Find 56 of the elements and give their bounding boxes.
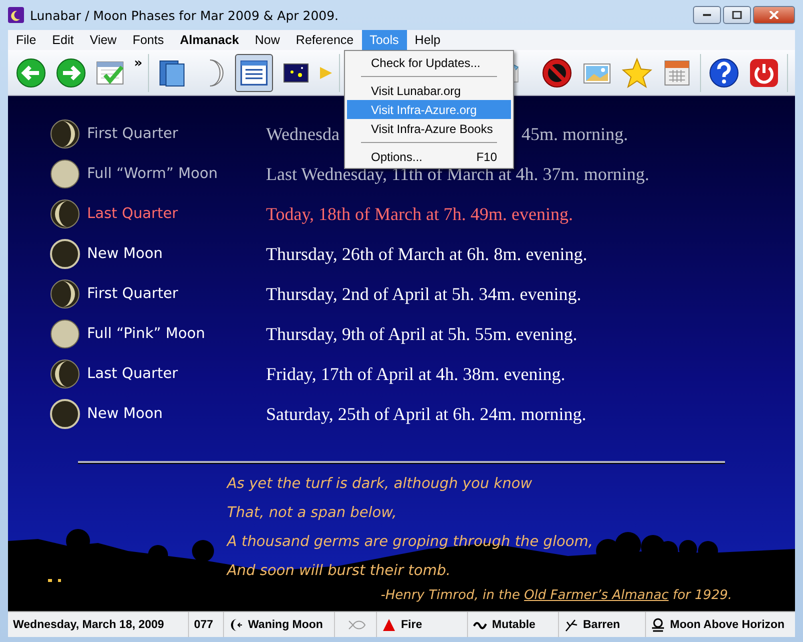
phase-name: First Quarter	[87, 286, 180, 302]
window-title: Lunabar / Moon Phases for Mar 2009 & Apr 2009.	[30, 8, 339, 22]
status-text: Waning Moon	[248, 618, 323, 630]
menu-item[interactable]: Options... F10	[347, 147, 511, 166]
menu-item[interactable]: Edit	[44, 30, 82, 50]
status-text: Barren	[583, 618, 620, 630]
maximize-button[interactable]	[723, 6, 751, 24]
crescent-moon-icon	[229, 618, 243, 632]
poem-line: As yet the turf is dark, although you know	[227, 475, 534, 494]
phase-name: New Moon	[87, 406, 164, 422]
no-entry-icon[interactable]	[540, 56, 574, 90]
status-text: Wednesday, March 18, 2009	[13, 618, 164, 630]
menu-item[interactable]: View	[82, 30, 125, 50]
menu-item[interactable]: Reference	[288, 30, 362, 50]
close-icon	[769, 11, 779, 19]
moon-horizon-icon	[651, 618, 665, 632]
menu-item[interactable]: Help	[406, 30, 449, 50]
status-text: 077	[194, 618, 214, 630]
branch-icon	[564, 618, 578, 632]
menu-item[interactable]: File	[8, 30, 44, 50]
menu-item[interactable]: Now	[246, 30, 288, 50]
almanac-link[interactable]: Old Farmer’s Almanac	[524, 588, 669, 603]
menu-item[interactable]: Check for Updates...	[347, 53, 511, 72]
phase-date: Thursday, 2nd of April at 5h. 34m. evening.	[266, 284, 582, 304]
close-button[interactable]	[753, 6, 795, 24]
phase-name: New Moon	[87, 246, 164, 262]
maximize-icon	[732, 11, 742, 19]
menu-item[interactable]: Fonts	[124, 30, 172, 50]
phase-date: Saturday, 25th of April at 6h. 24m. morning.	[266, 404, 586, 424]
phase-name: Last Quarter	[87, 206, 179, 222]
poem-line: That, not a span below,	[227, 504, 398, 523]
phase-name: Last Quarter	[87, 366, 179, 382]
help-icon[interactable]	[707, 56, 742, 90]
menu-item[interactable]: Almanack	[172, 30, 247, 50]
phase-name: First Quarter	[87, 126, 180, 142]
phase-date: Today, 18th of March at 7h. 49m. evening.	[266, 204, 574, 224]
triangle-icon	[382, 618, 396, 632]
phase-name: Full “Worm” Moon	[87, 166, 219, 182]
list-view-icon[interactable]	[235, 54, 274, 92]
menu-item[interactable]: Visit Lunabar.org	[347, 81, 511, 100]
poem-attribution: -Henry Timrod, in the Old Farmer’s Almanac for 1929.	[380, 588, 733, 603]
status-text: Moon Above Horizon	[670, 618, 785, 630]
status-text: Mutable	[492, 618, 536, 630]
phase-date: Friday, 17th of April at 4h. 38m. evening.	[266, 364, 566, 384]
phase-name: Full “Pink” Moon	[87, 326, 206, 342]
minimize-icon	[703, 14, 711, 16]
status-text: Fire	[401, 618, 422, 630]
app-icon	[8, 7, 24, 23]
fish-icon	[347, 618, 367, 632]
phase-date: Thursday, 26th of March at 6h. 8m. evening.	[266, 244, 588, 264]
phase-date: Wednesda	[266, 124, 340, 144]
minimize-button[interactable]	[693, 6, 721, 24]
phase-date: Thursday, 9th of April at 5h. 55m. evening.	[266, 324, 578, 344]
phase-date: 45m. morning.	[522, 124, 628, 144]
toolbar-overflow[interactable]: »	[134, 56, 142, 70]
menu-item[interactable]: Visit Infra-Azure Books	[347, 119, 511, 138]
